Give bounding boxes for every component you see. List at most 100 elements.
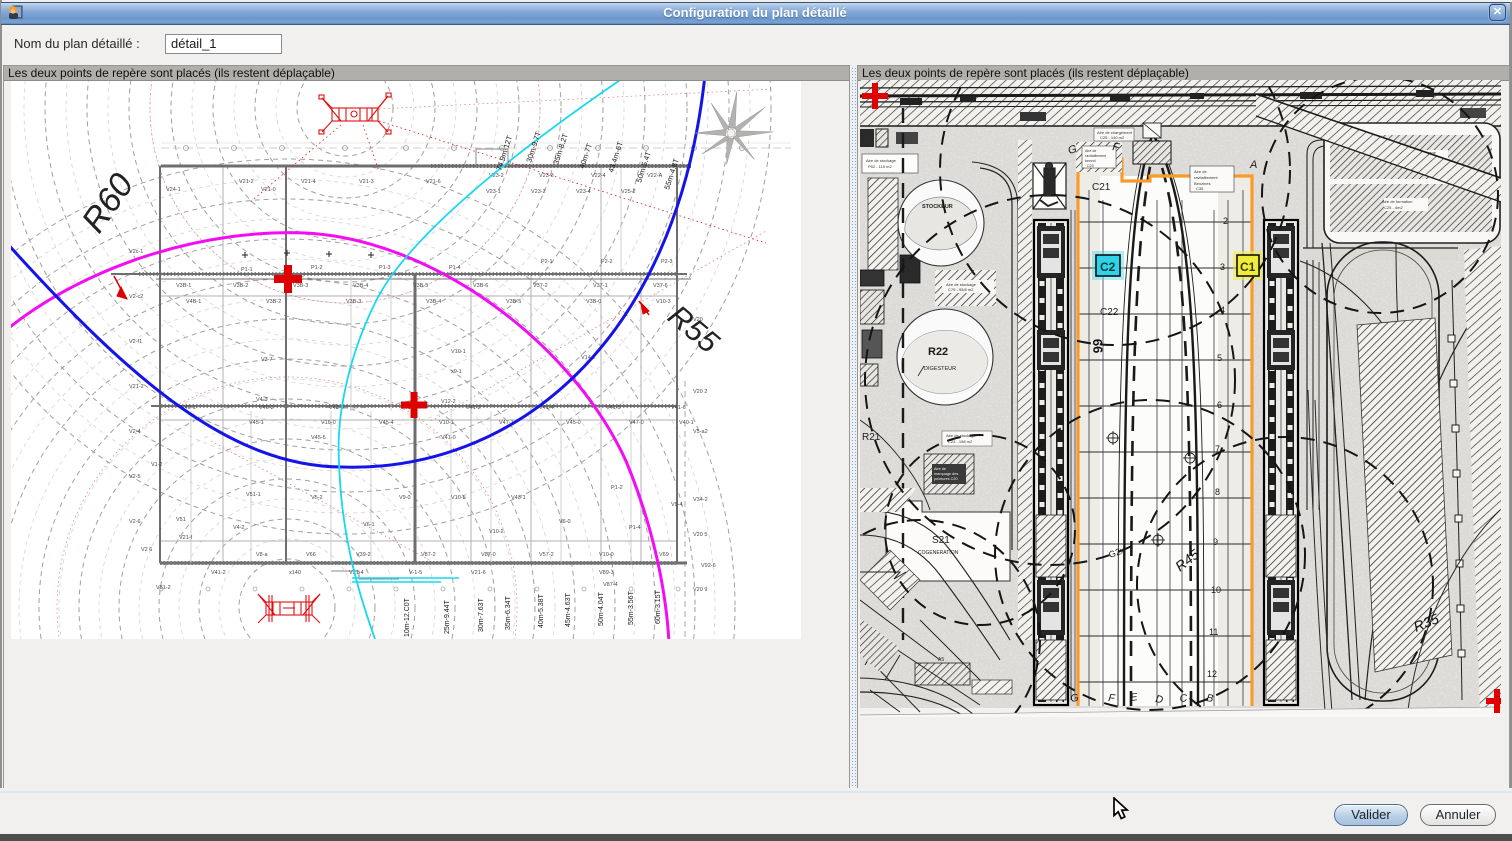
svg-text:C23: C23 [1087,164,1094,168]
svg-text:V34-2: V34-2 [693,497,708,503]
svg-text:V22-4: V22-4 [591,173,606,179]
svg-text:V5-2: V5-2 [311,495,323,501]
svg-text:C79 - 95/8 m2: C79 - 95/8 m2 [948,287,974,292]
svg-text:12: 12 [1207,669,1217,679]
svg-text:S21: S21 [932,535,950,546]
svg-text:V22-A: V22-A [647,173,663,179]
svg-text:11: 11 [1209,627,1218,637]
svg-text:C22: C22 [1100,307,1119,318]
svg-text:P2-1: P2-1 [541,259,553,265]
svg-text:43.4m-6T: 43.4m-6T [606,140,625,174]
svg-text:V37-1: V37-1 [593,283,608,289]
svg-text:V21-0: V21-0 [261,187,276,193]
svg-text:V4-2: V4-2 [233,525,245,531]
svg-text:V2-c2: V2-c2 [129,294,143,300]
svg-text:V3B-2: V3B-2 [233,283,248,289]
svg-text:V87-2: V87-2 [421,552,436,558]
svg-text:V21-2: V21-2 [239,179,254,185]
svg-text:P1-2: P1-2 [311,265,323,271]
svg-text:V37-2: V37-2 [533,283,548,289]
svg-text:C2: C2 [1100,260,1116,274]
svg-text:P1-1: P1-1 [241,267,253,273]
svg-text:V40-2: V40-2 [259,405,274,411]
svg-text:V3B-4: V3B-4 [353,283,368,289]
svg-text:V3B-3: V3B-3 [293,283,308,289]
svg-text:40m-5.38T: 40m-5.38T [538,593,545,628]
svg-text:V92-6: V92-6 [701,563,716,569]
svg-text:DIGESTEUR: DIGESTEUR [924,366,956,372]
svg-text:R22: R22 [928,346,948,358]
svg-text:5: 5 [1217,353,1222,363]
svg-text:V41-5: V41-5 [606,405,621,411]
svg-text:C25 - 4m2: C25 - 4m2 [1384,205,1403,210]
svg-text:V25-2: V25-2 [621,189,636,195]
svg-text:V24-1: V24-1 [166,187,181,193]
svg-text:P52 - 115 m2: P52 - 115 m2 [868,164,892,169]
svg-text:R55: R55 [662,299,726,360]
svg-text:V21-4: V21-4 [349,570,364,576]
svg-text:P2-2: P2-2 [601,259,613,265]
svg-text:V43-1: V43-1 [511,495,526,501]
svg-text:x140: x140 [289,570,301,576]
svg-text:V10-5: V10-5 [451,495,466,501]
svg-text:30m-7.63T: 30m-7.63T [478,597,485,632]
svg-text:V2-4: V2-4 [129,429,141,435]
svg-text:V23-4: V23-4 [576,189,591,195]
svg-text:V41-6: V41-6 [671,405,686,411]
svg-text:V39-2: V39-2 [356,552,371,558]
svg-text:V10-2: V10-2 [489,529,504,535]
svg-text:45m-4.63T: 45m-4.63T [565,592,572,627]
svg-text:C35: C35 [1196,186,1204,191]
svg-text:V51: V51 [176,517,186,523]
svg-text:V2 6: V2 6 [141,547,152,553]
svg-text:V3B-5: V3B-5 [506,299,521,305]
svg-text:P2-3: P2-3 [661,259,673,265]
svg-text:35m-6.34T: 35m-6.34T [505,595,512,630]
svg-text:V3-7: V3-7 [261,357,273,363]
svg-text:Aire de stockage: Aire de stockage [866,158,897,163]
svg-text:60m-3.15T: 60m-3.15T [655,589,662,624]
svg-text:V23-1: V23-1 [486,189,501,195]
svg-text:V21-f: V21-f [179,535,193,541]
svg-text:P1-2: P1-2 [611,485,623,491]
svg-text:V21-6: V21-6 [426,179,441,185]
svg-text:V66: V66 [306,552,316,558]
svg-text:C1: C1 [1240,260,1256,274]
svg-text:V23-2: V23-2 [531,189,546,195]
svg-text:V2-5: V2-5 [129,474,141,480]
svg-text:Aire de formation: Aire de formation [1382,199,1412,204]
svg-text:V6-1: V6-1 [363,522,375,528]
svg-text:2: 2 [1223,216,1228,226]
svg-text:25m-9.44T: 25m-9.44T [444,599,451,634]
svg-text:V40-1: V40-1 [679,420,694,426]
svg-text:9: 9 [1213,537,1218,547]
svg-text:A5: A5 [938,657,944,663]
svg-text:V89-3: V89-3 [599,570,614,576]
svg-text:V45-1: V45-1 [249,420,264,426]
svg-text:10m-12.C0T: 10m-12.C0T [404,597,411,637]
svg-text:V51-1: V51-1 [246,492,261,498]
svg-text:V8-a: V8-a [256,552,269,558]
svg-text:V3B-5: V3B-5 [413,283,428,289]
svg-text:P1-4: P1-4 [629,525,641,531]
svg-text:V45-4: V45-4 [379,420,394,426]
svg-text:P1-4: P1-4 [449,265,461,271]
svg-text:V16-0: V16-0 [321,420,336,426]
svg-text:V6-0: V6-0 [559,519,571,525]
svg-text:V21-4: V21-4 [301,179,316,185]
svg-text:V12-2: V12-2 [441,399,456,405]
svg-text:Aire de: Aire de [1194,169,1207,174]
svg-text:Aire de: Aire de [934,467,946,471]
svg-text:P1-3: P1-3 [379,265,391,271]
svg-text:V20 9: V20 9 [693,587,707,593]
svg-text:V87-4: V87-4 [603,582,618,588]
svg-text:C21: C21 [1092,182,1111,193]
svg-text:V20 2: V20 2 [693,389,707,395]
svg-text:55m-4.8T: 55m-4.8T [662,157,681,191]
svg-text:V2-6: V2-6 [129,519,141,525]
svg-text:V21-3: V21-3 [359,179,374,185]
svg-text:55m-3.56T: 55m-3.56T [628,590,635,625]
svg-text:A: A [1249,159,1257,171]
svg-text:V9-0: V9-0 [399,495,411,501]
svg-text:10: 10 [1211,585,1221,595]
